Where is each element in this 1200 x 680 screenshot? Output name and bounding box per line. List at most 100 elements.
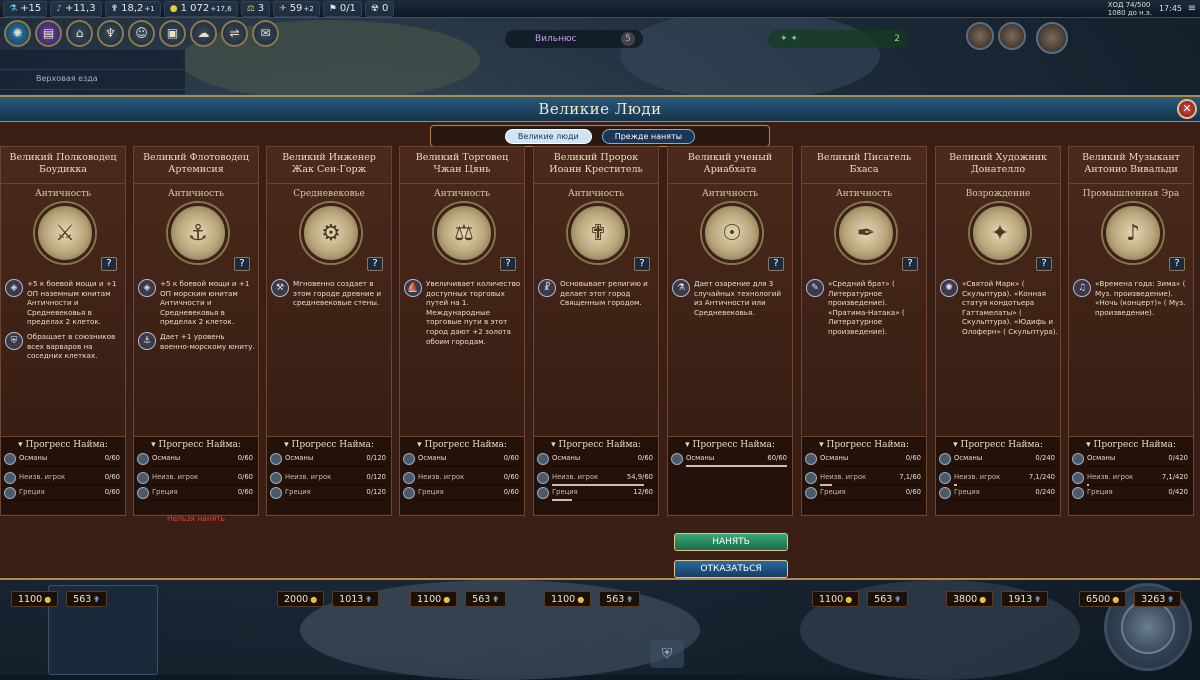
faith-cost-button[interactable]: 3263 ✟ xyxy=(1134,591,1182,607)
progress-header[interactable]: ▾ Прогресс Найма: xyxy=(1069,440,1193,450)
help-button[interactable]: ? xyxy=(1169,257,1185,271)
religion-button[interactable]: ♆ xyxy=(97,19,124,47)
portrait-medal-icon[interactable]: ✟ xyxy=(568,203,628,263)
hire-button[interactable]: НАНЯТЬ xyxy=(674,533,788,551)
progress-header[interactable]: ▾ Прогресс Найма: xyxy=(400,440,524,450)
portrait-medal-icon[interactable]: ♪ xyxy=(1103,203,1163,263)
leader-portrait-2[interactable] xyxy=(998,22,1026,50)
reject-button[interactable]: ОТКАЗАТЬСЯ xyxy=(674,560,788,578)
trade-button[interactable]: ⇌ xyxy=(221,19,248,47)
help-button[interactable]: ? xyxy=(500,257,516,271)
gold-cost-button[interactable]: 1100 ● xyxy=(11,591,59,607)
progress-header[interactable]: ▾ Прогресс Найма: xyxy=(802,440,926,450)
person-name: Бхаса xyxy=(849,164,879,175)
research-panel[interactable]: Верховая езда xyxy=(0,50,185,94)
help-button[interactable]: ? xyxy=(768,257,784,271)
ability-text: +5 к боевой мощи и +1 ОП морским юнитам … xyxy=(160,279,250,327)
portrait-medal-icon[interactable]: ✦ xyxy=(970,203,1030,263)
progress-header[interactable]: ▾ Прогресс Найма: xyxy=(936,440,1060,450)
help-button[interactable]: ? xyxy=(367,257,383,271)
progress-row: Греция 0/60 xyxy=(4,487,122,501)
route-icon: ⇌ xyxy=(229,26,240,40)
civ-icon xyxy=(4,487,16,499)
faith-cost-button[interactable]: 563 ✟ xyxy=(599,591,641,607)
portrait-medal-icon[interactable]: ⚖ xyxy=(434,203,494,263)
progress-row: Неизв. игрок 7,1/420 xyxy=(1072,472,1190,486)
culture-yield[interactable]: ♪ +11,3 xyxy=(50,0,102,17)
cost-row: 1100 ● 563 ✟ xyxy=(812,591,909,609)
gold-cost-button[interactable]: 3800 ● xyxy=(946,591,994,607)
great-people-button[interactable]: ☺ xyxy=(128,19,155,47)
great-works-button[interactable]: ▣ xyxy=(159,19,186,47)
progress-row: Османы 0/60 xyxy=(137,453,255,467)
portrait-medal-icon[interactable]: ⚓ xyxy=(168,203,228,263)
faith-cost-button[interactable]: 563 ✟ xyxy=(867,591,909,607)
progress-header[interactable]: ▾ Прогресс Найма: xyxy=(534,440,658,450)
trade-routes[interactable]: ⚖ 3 xyxy=(240,0,271,17)
city-banner-other[interactable]: ✦ ✦ 2 xyxy=(768,30,908,48)
ability-item: ⛵ Увеличивает количество доступных торгов… xyxy=(404,279,522,346)
governors-button[interactable]: ✉ xyxy=(252,19,279,47)
gold-yield[interactable]: ● 1 072 +17,6 xyxy=(163,0,238,17)
gold-cost-button[interactable]: 1100 ● xyxy=(544,591,592,607)
leader-portrait-3[interactable] xyxy=(1036,22,1068,54)
progress-bar xyxy=(418,484,519,486)
progress-header[interactable]: ▾ Прогресс Найма: xyxy=(668,440,792,450)
envoys[interactable]: ⚑ 0/1 xyxy=(322,0,362,17)
leader-portrait-1[interactable] xyxy=(966,22,994,50)
progress-header[interactable]: ▾ Прогресс Найма: xyxy=(267,440,391,450)
help-button[interactable]: ? xyxy=(902,257,918,271)
shield-icon[interactable]: ⛨ xyxy=(650,640,684,668)
ability-text: Мгновенно создает в этом городе древние … xyxy=(293,279,381,308)
progress-bar xyxy=(1087,465,1188,467)
progress-row: Неизв. игрок 0/60 xyxy=(403,472,521,486)
recruit-progress: ▾ Прогресс Найма: Османы 60/60 xyxy=(668,436,792,514)
progress-bar xyxy=(1087,484,1188,486)
gold-cost-button[interactable]: 1100 ● xyxy=(410,591,458,607)
portrait-medal-icon[interactable]: ⚙ xyxy=(301,203,361,263)
ability-text: «Средний брат» ( Литературное произведен… xyxy=(828,279,905,336)
faith-cost-button[interactable]: 1913 ✟ xyxy=(1001,591,1049,607)
ability-item: ☧ Основывает религию и делает этот город … xyxy=(538,279,656,308)
civics-lens-button[interactable]: ▤ xyxy=(35,19,62,47)
tourism-yield[interactable]: ✈ 59 +2 xyxy=(273,0,320,17)
progress-value: 0/420 xyxy=(1168,488,1188,496)
menu-icon[interactable]: ≡ xyxy=(1186,3,1198,15)
climate-button[interactable]: ☁ xyxy=(190,19,217,47)
alerts[interactable]: ☢ 0 xyxy=(364,0,395,17)
faith-icon: ✟ xyxy=(894,595,902,604)
faith-cost-button[interactable]: 563 ✟ xyxy=(66,591,108,607)
help-button[interactable]: ? xyxy=(234,257,250,271)
progress-header[interactable]: ▾ Прогресс Найма: xyxy=(1,440,125,450)
ability-item: ◈ +5 к боевой мощи и +1 ОП наземным юнита… xyxy=(5,279,123,327)
great-person-card: Великий Писатель Бхаса Античность ✒? ✎ «Средн… xyxy=(801,146,927,607)
gold-cost-button[interactable]: 1100 ● xyxy=(812,591,860,607)
faith-cost-button[interactable]: 563 ✟ xyxy=(465,591,507,607)
help-button[interactable]: ? xyxy=(101,257,117,271)
progress-value: 0/60 xyxy=(905,454,921,462)
government-button[interactable]: ⌂ xyxy=(66,19,93,47)
portrait-medal-icon[interactable]: ☉ xyxy=(702,203,762,263)
science-icon: ⚗ xyxy=(9,3,18,14)
research-lens-button[interactable]: ✺ xyxy=(4,19,31,47)
city-icon: ✦ ✦ xyxy=(780,34,798,44)
progress-bar xyxy=(820,499,921,501)
temple-icon: ⌂ xyxy=(75,26,84,40)
gold-icon: ● xyxy=(845,595,853,604)
gold-cost-button[interactable]: 2000 ● xyxy=(277,591,325,607)
portrait-medal-icon[interactable]: ⚔ xyxy=(35,203,95,263)
help-button[interactable]: ? xyxy=(634,257,650,271)
faith-cost-button[interactable]: 1013 ✟ xyxy=(332,591,380,607)
portrait-medal-icon[interactable]: ✒ xyxy=(836,203,896,263)
city-banner-vilnius[interactable]: Вильнюс 5 xyxy=(505,30,643,48)
help-button[interactable]: ? xyxy=(1036,257,1052,271)
science-yield[interactable]: ⚗ +15 xyxy=(3,0,48,17)
gold-cost-button[interactable]: 6500 ● xyxy=(1079,591,1127,607)
tab-great-people[interactable]: Великие люди xyxy=(504,128,592,144)
close-icon[interactable]: ✕ xyxy=(1177,99,1197,119)
faith-icon: ✟ xyxy=(365,595,373,604)
faith-yield[interactable]: ✟ 18,2 +1 xyxy=(104,0,161,17)
progress-header[interactable]: ▾ Прогресс Найма: xyxy=(134,440,258,450)
progress-row: Греция 0/60 xyxy=(137,487,255,501)
tab-previously-recruited[interactable]: Прежде наняты xyxy=(601,128,696,144)
